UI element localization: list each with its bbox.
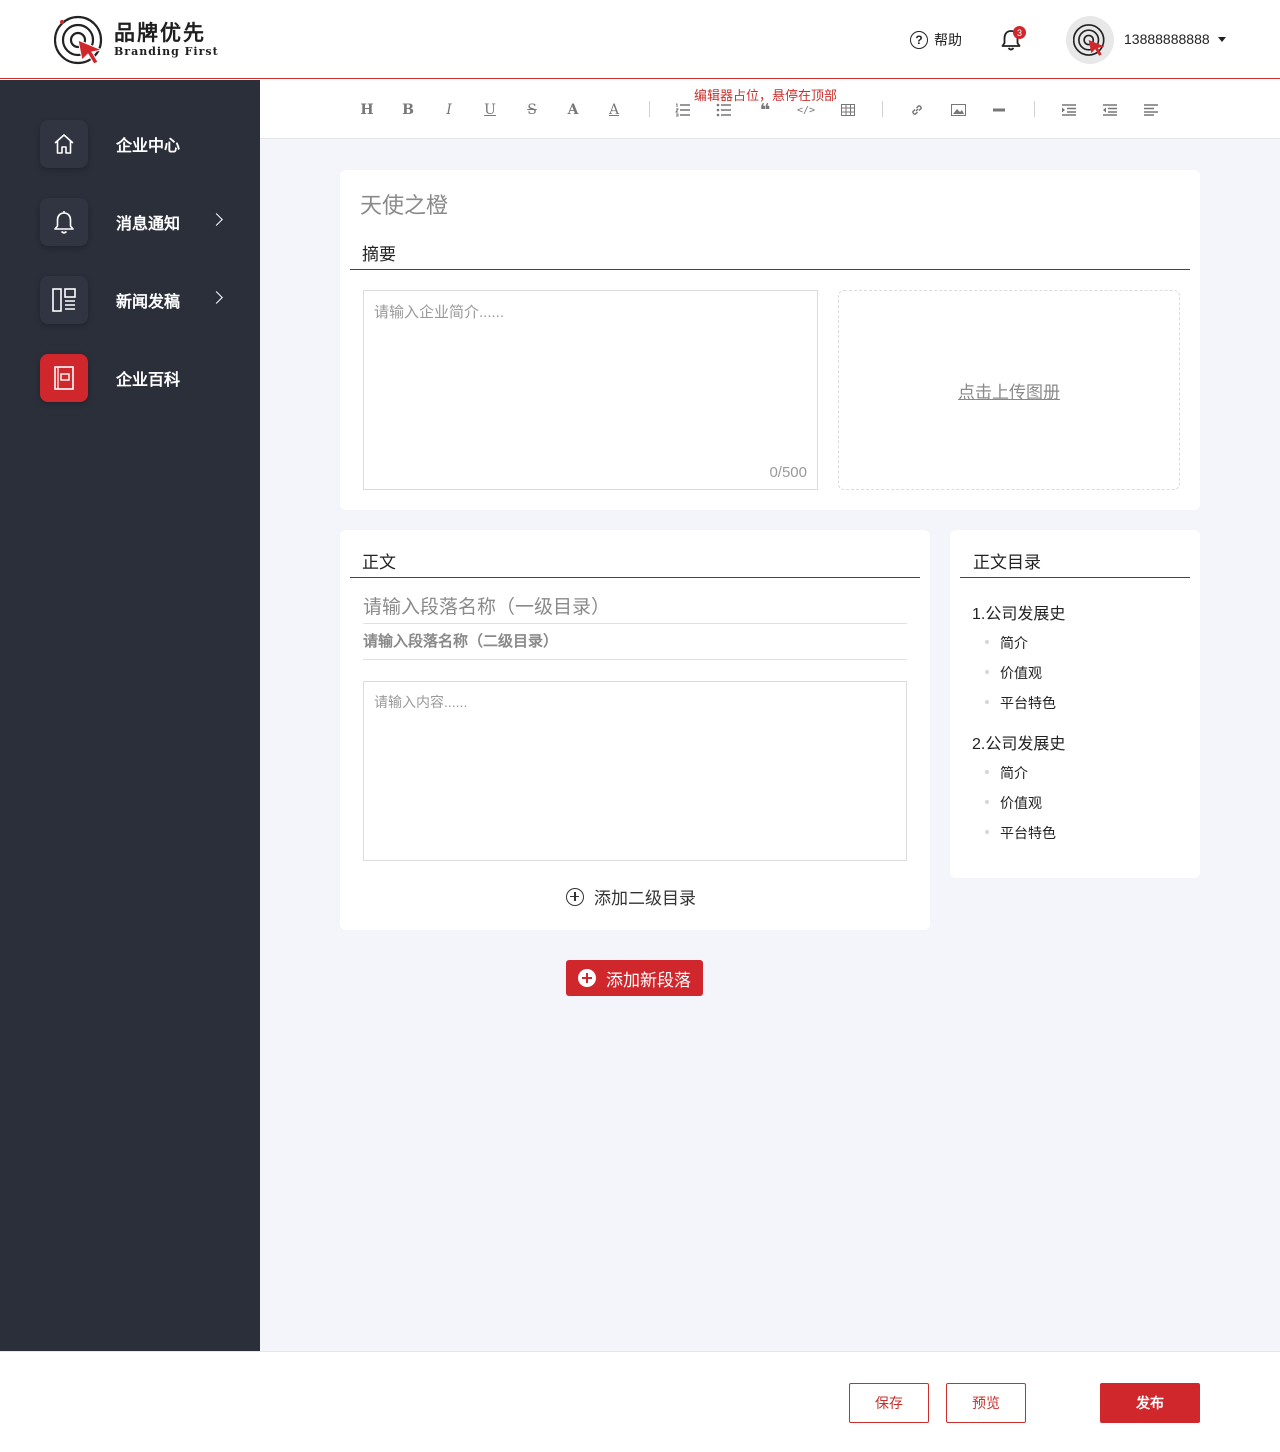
heading-icon[interactable]: H [358,101,376,119]
highlight-icon[interactable]: A [605,101,623,119]
divider [350,269,1190,270]
chevron-right-icon [210,213,223,226]
outdent-icon[interactable] [1101,101,1119,119]
toc-heading: 正文目录 [973,553,1041,572]
toolbar-divider [1034,101,1035,117]
quote-icon[interactable]: ❝ [756,100,774,121]
toc-item[interactable]: 平台特色 [1000,823,1056,843]
add-paragraph-label: 添加新段落 [606,970,691,990]
bullet-icon [985,800,989,804]
document-title-input[interactable]: 天使之橙 [360,188,448,220]
paragraph-h1-input[interactable]: 请输入段落名称（一级目录） [363,592,907,624]
toc-item[interactable]: 价值观 [1000,663,1042,683]
toc-section[interactable]: 1.公司发展史 [972,600,1065,624]
ordered-list-icon[interactable] [674,101,692,119]
toc-item[interactable]: 简介 [1000,633,1028,653]
add-paragraph-button[interactable]: 添加新段落 [566,960,703,996]
align-left-icon[interactable] [1142,101,1160,119]
summary-heading: 摘要 [362,245,396,264]
upload-gallery-area[interactable]: 点击上传图册 [838,290,1180,490]
user-menu[interactable]: 13888888888 [1124,31,1226,47]
bullet-icon [985,770,989,774]
font-color-icon[interactable]: A [564,101,582,119]
target-logo-icon [53,14,106,66]
toc-item[interactable]: 价值观 [1000,793,1042,813]
add-subheading-label: 添加二级目录 [594,889,696,908]
caret-down-icon [1217,36,1226,42]
username-label: 13888888888 [1124,31,1210,47]
table-icon[interactable] [839,101,857,119]
plus-circle-icon [578,969,596,987]
char-counter: 0/500 [769,464,807,481]
content-textarea[interactable]: 请输入内容...... [363,681,907,861]
toolbar-divider [649,101,650,117]
help-label: 帮助 [934,32,962,48]
body-card: 正文 请输入段落名称（一级目录） 请输入段落名称（二级目录） 请输入内容....… [340,530,930,930]
preview-button[interactable]: 预览 [946,1383,1026,1423]
underline-icon[interactable]: U [481,101,499,119]
target-logo-icon [1073,24,1105,56]
body-heading: 正文 [362,553,396,572]
main-content: 编辑器占位，悬停在顶部 H B I U S A A ❝ </> 天使之橙 摘要 … [260,80,1280,1351]
image-icon[interactable] [949,101,967,119]
brand-logo[interactable]: 品牌优先 Branding First [53,14,219,66]
plus-circle-icon [566,887,584,906]
bell-icon [40,198,88,246]
bullet-icon [985,670,989,674]
sidebar-item-label: 消息通知 [116,216,181,233]
bold-icon[interactable]: B [399,101,417,119]
toc-item[interactable]: 平台特色 [1000,693,1056,713]
toc-item[interactable]: 简介 [1000,763,1028,783]
sidebar-item-encyclopedia[interactable]: 企业百科 [40,354,240,402]
link-icon[interactable] [908,101,926,119]
indent-icon[interactable] [1060,101,1078,119]
chevron-right-icon [210,291,223,304]
bullet-list-icon[interactable] [715,101,733,119]
toc-section[interactable]: 2.公司发展史 [972,730,1065,754]
h1-placeholder: 请输入段落名称（一级目录） [363,597,611,618]
add-subheading-button[interactable]: 添加二级目录 [566,884,696,909]
sidebar: 企业中心 消息通知 新闻发稿 企业百科 [0,80,260,1351]
publish-button[interactable]: 发布 [1100,1383,1200,1423]
bullet-icon [985,700,989,704]
sidebar-item-enterprise-center[interactable]: 企业中心 [40,120,240,168]
divider [960,577,1190,578]
summary-card: 天使之橙 摘要 请输入企业简介...... 0/500 点击上传图册 [340,170,1200,510]
editor-toolbar: 编辑器占位，悬停在顶部 H B I U S A A ❝ </> [260,80,1280,139]
strikethrough-icon[interactable]: S [523,101,541,119]
top-header: 品牌优先 Branding First ? 帮助 3 13888888888 [0,0,1280,79]
italic-icon[interactable]: I [440,101,458,119]
action-footer: 保存 预览 发布 [0,1351,1280,1452]
summary-placeholder: 请输入企业简介...... [374,304,505,321]
save-button[interactable]: 保存 [849,1383,929,1423]
divider-icon[interactable] [990,101,1008,119]
paragraph-h2-input[interactable]: 请输入段落名称（二级目录） [363,630,907,660]
logo-title-cn: 品牌优先 [114,20,206,45]
sidebar-item-notifications[interactable]: 消息通知 [40,198,240,246]
logo-title-en: Branding First [114,45,219,58]
layout-icon [40,276,88,324]
content-placeholder: 请输入内容...... [374,694,468,710]
code-icon[interactable]: </> [797,101,815,119]
bullet-icon [985,830,989,834]
book-icon [40,354,88,402]
upload-gallery-link[interactable]: 点击上传图册 [958,378,1060,403]
toolbar-divider [882,101,883,117]
question-icon: ? [910,31,928,49]
avatar[interactable] [1066,16,1114,64]
help-button[interactable]: ? 帮助 [910,30,962,50]
sidebar-item-label: 新闻发稿 [116,294,181,311]
h2-placeholder: 请输入段落名称（二级目录） [363,633,559,650]
notification-badge: 3 [1013,26,1026,39]
bullet-icon [985,640,989,644]
divider [350,577,920,578]
sidebar-item-label: 企业中心 [116,138,181,155]
sidebar-item-label: 企业百科 [116,372,181,389]
summary-textarea[interactable]: 请输入企业简介...... 0/500 [363,290,818,490]
sidebar-item-news-release[interactable]: 新闻发稿 [40,276,240,324]
toc-card: 正文目录 1.公司发展史 简介 价值观 平台特色 2.公司发展史 简介 价值观 … [950,530,1200,878]
home-icon [40,120,88,168]
